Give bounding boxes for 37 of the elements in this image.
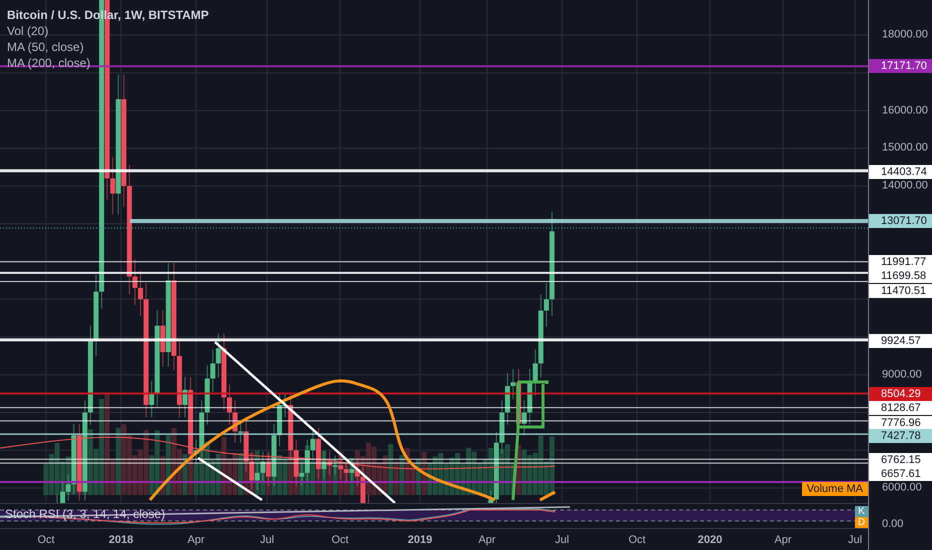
price-label: 7776.96 [869, 416, 932, 430]
price-tick-label: 14000.00 [882, 180, 928, 192]
price-label: 17171.70 [869, 59, 932, 73]
time-label: Oct [331, 534, 349, 547]
series-tag: K [855, 506, 868, 517]
time-label: Oct [628, 534, 646, 547]
price-label: 11991.77 [869, 255, 932, 269]
time-label: Jul [848, 534, 862, 547]
time-label: Apr [478, 534, 496, 547]
series-tag: D [855, 517, 868, 528]
time-label: 2018 [108, 534, 134, 547]
time-label: Apr [187, 534, 205, 547]
time-label: 2019 [408, 534, 432, 547]
price-label: 11699.58 [869, 269, 932, 283]
time-label: 2020 [698, 534, 722, 547]
price-label: 6762.15 [869, 453, 932, 467]
price-label: 7427.78 [869, 429, 932, 443]
volume-ma-tag: Volume MA [802, 482, 868, 496]
time-label: Oct [37, 534, 55, 547]
price-tick-label: 15000.00 [882, 142, 928, 155]
time-label: Jul [260, 534, 274, 547]
price-label: 13071.70 [869, 214, 932, 228]
study-label: MA (50, close) [7, 39, 85, 55]
price-label: 14403.74 [869, 165, 932, 179]
time-label: Apr [774, 534, 792, 547]
study-label: Vol (20) [7, 23, 50, 39]
price-label: 8504.29 [869, 387, 932, 401]
price-tick-label: 9000.00 [882, 368, 922, 382]
price-label: 6657.61 [869, 467, 932, 481]
time-label: Jul [554, 534, 570, 547]
price-tick-label: 18000.00 [882, 28, 928, 42]
price-tick-label: 16000.00 [882, 104, 928, 117]
price-label: 11470.51 [869, 284, 932, 298]
price-label: 8128.67 [869, 401, 932, 415]
price-tick-label: 6000.00 [882, 482, 922, 494]
price-tick-label: 0.00 [882, 518, 904, 531]
price-label: 9924.57 [869, 334, 932, 348]
